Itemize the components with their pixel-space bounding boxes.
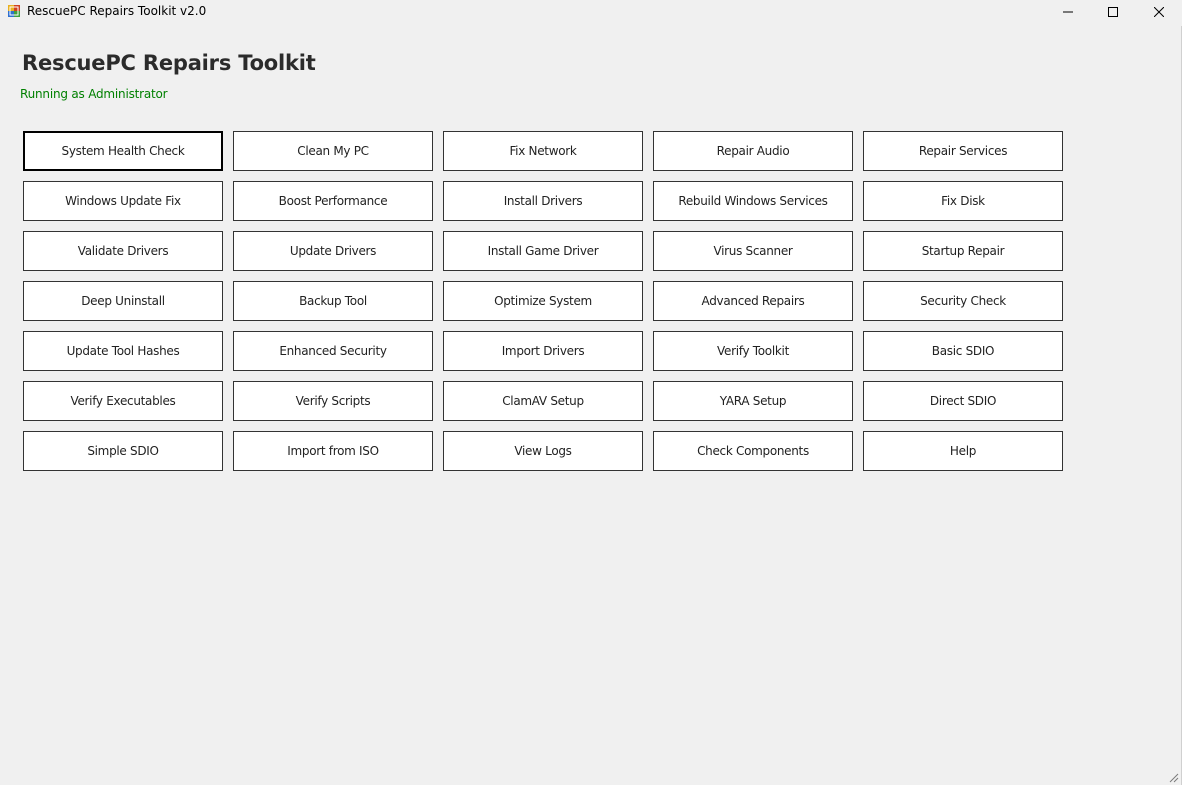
- maximize-icon: [1108, 7, 1118, 17]
- verify-scripts-button[interactable]: Verify Scripts: [233, 381, 433, 421]
- basic-sdio-button[interactable]: Basic SDIO: [863, 331, 1063, 371]
- deep-uninstall-button[interactable]: Deep Uninstall: [23, 281, 223, 321]
- system-health-check-button[interactable]: System Health Check: [23, 131, 223, 171]
- close-icon: [1154, 7, 1164, 17]
- import-from-iso-button[interactable]: Import from ISO: [233, 431, 433, 471]
- check-components-button[interactable]: Check Components: [653, 431, 853, 471]
- enhanced-security-button[interactable]: Enhanced Security: [233, 331, 433, 371]
- tool-button-grid: System Health Check Clean My PC Fix Netw…: [23, 131, 1063, 471]
- page-title: RescuePC Repairs Toolkit: [22, 51, 316, 75]
- direct-sdio-button[interactable]: Direct SDIO: [863, 381, 1063, 421]
- startup-repair-button[interactable]: Startup Repair: [863, 231, 1063, 271]
- resize-grip-icon[interactable]: [1167, 771, 1179, 783]
- windows-update-fix-button[interactable]: Windows Update Fix: [23, 181, 223, 221]
- security-check-button[interactable]: Security Check: [863, 281, 1063, 321]
- fix-disk-button[interactable]: Fix Disk: [863, 181, 1063, 221]
- clean-my-pc-button[interactable]: Clean My PC: [233, 131, 433, 171]
- maximize-button[interactable]: [1090, 0, 1136, 24]
- repair-audio-button[interactable]: Repair Audio: [653, 131, 853, 171]
- close-button[interactable]: [1136, 0, 1182, 24]
- update-tool-hashes-button[interactable]: Update Tool Hashes: [23, 331, 223, 371]
- fix-network-button[interactable]: Fix Network: [443, 131, 643, 171]
- clamav-setup-button[interactable]: ClamAV Setup: [443, 381, 643, 421]
- title-bar[interactable]: RescuePC Repairs Toolkit v2.0: [0, 0, 1182, 26]
- verify-executables-button[interactable]: Verify Executables: [23, 381, 223, 421]
- simple-sdio-button[interactable]: Simple SDIO: [23, 431, 223, 471]
- view-logs-button[interactable]: View Logs: [443, 431, 643, 471]
- boost-performance-button[interactable]: Boost Performance: [233, 181, 433, 221]
- window-title: RescuePC Repairs Toolkit v2.0: [27, 4, 207, 18]
- repair-services-button[interactable]: Repair Services: [863, 131, 1063, 171]
- app-icon: [8, 5, 20, 17]
- admin-status-label: Running as Administrator: [20, 87, 168, 101]
- update-drivers-button[interactable]: Update Drivers: [233, 231, 433, 271]
- backup-tool-button[interactable]: Backup Tool: [233, 281, 433, 321]
- optimize-system-button[interactable]: Optimize System: [443, 281, 643, 321]
- yara-setup-button[interactable]: YARA Setup: [653, 381, 853, 421]
- minimize-icon: [1063, 11, 1073, 13]
- validate-drivers-button[interactable]: Validate Drivers: [23, 231, 223, 271]
- minimize-button[interactable]: [1045, 0, 1091, 24]
- import-drivers-button[interactable]: Import Drivers: [443, 331, 643, 371]
- install-drivers-button[interactable]: Install Drivers: [443, 181, 643, 221]
- advanced-repairs-button[interactable]: Advanced Repairs: [653, 281, 853, 321]
- app-window: RescuePC Repairs Toolkit v2.0 RescuePC R…: [0, 0, 1182, 785]
- verify-toolkit-button[interactable]: Verify Toolkit: [653, 331, 853, 371]
- rebuild-windows-services-button[interactable]: Rebuild Windows Services: [653, 181, 853, 221]
- virus-scanner-button[interactable]: Virus Scanner: [653, 231, 853, 271]
- install-game-driver-button[interactable]: Install Game Driver: [443, 231, 643, 271]
- help-button[interactable]: Help: [863, 431, 1063, 471]
